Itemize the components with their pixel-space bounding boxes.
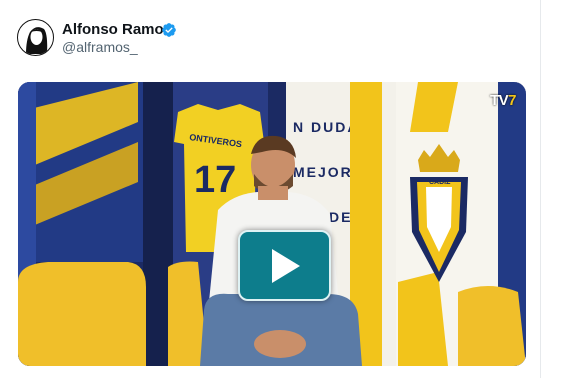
video-player[interactable]: ONTIVEROS 17 N DUDA MEJOR IPO DE CADIZ <box>18 82 526 366</box>
author-handle[interactable]: @alframos_ <box>62 39 138 55</box>
jersey-number: 17 <box>194 159 236 201</box>
verified-badge-icon <box>162 23 176 37</box>
play-button[interactable] <box>238 230 331 301</box>
author-avatar[interactable] <box>17 19 54 56</box>
wall-text-line-1: N DUDA <box>293 119 359 135</box>
video-thumbnail: ONTIVEROS 17 N DUDA MEJOR IPO DE CADIZ <box>18 82 526 366</box>
author-name[interactable]: Alfonso Ramos <box>62 21 172 38</box>
tv7-logo: TV7 <box>489 92 517 109</box>
play-icon <box>271 248 300 283</box>
crest-text: CADIZ <box>429 179 451 186</box>
wall-text-line-2: MEJOR <box>293 164 353 180</box>
